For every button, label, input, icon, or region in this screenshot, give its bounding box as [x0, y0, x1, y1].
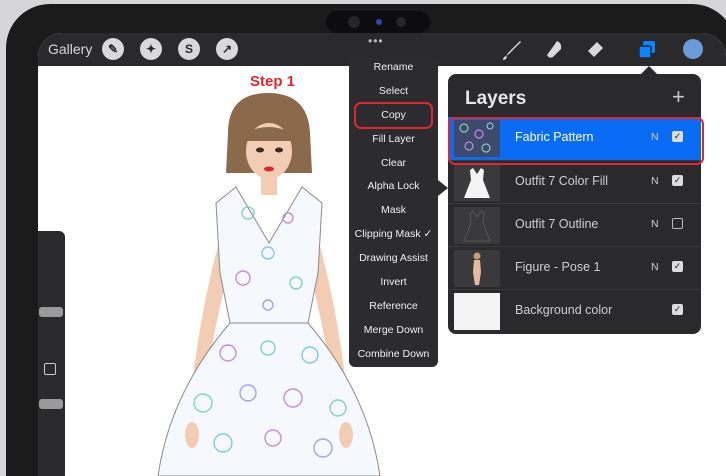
layers-panel-title: Layers — [465, 88, 527, 109]
layer-name: Outfit 7 Color Fill — [515, 174, 609, 188]
layer-name: Outfit 7 Outline — [515, 217, 599, 231]
visibility-checkbox[interactable]: ✓ — [672, 175, 683, 186]
gallery-button[interactable]: Gallery — [48, 41, 92, 57]
menu-item-invert[interactable]: Invert — [349, 271, 438, 295]
wrench-icon[interactable]: ✎ — [102, 38, 124, 60]
blend-mode-button[interactable]: N — [651, 218, 659, 230]
copy-highlight-box — [354, 102, 433, 129]
layer-row-background-color[interactable]: Background color ✓ — [448, 289, 701, 333]
camera-lens-icon — [376, 19, 382, 25]
menu-item-drawing-assist[interactable]: Drawing Assist — [349, 247, 438, 271]
camera-sensor-icon — [396, 17, 406, 27]
fabric-layer-highlight-box — [448, 117, 704, 165]
layer-name: Figure - Pose 1 — [515, 260, 601, 274]
visibility-checkbox[interactable]: ✓ — [672, 304, 683, 315]
more-options-icon[interactable]: ••• — [368, 34, 384, 48]
magic-wand-icon[interactable]: ✦ — [140, 38, 162, 60]
layer-name: Background color — [515, 303, 613, 317]
layer-thumbnail — [454, 207, 500, 244]
brush-icon[interactable] — [500, 38, 524, 62]
layer-thumbnail — [454, 164, 500, 201]
procreate-screen: Gallery ✎ ✦ S ↗ ••• Rename Select Copy F… — [38, 33, 726, 476]
menu-item-merge-down[interactable]: Merge Down — [349, 319, 438, 343]
menu-pointer — [438, 180, 448, 196]
layer-thumbnail — [454, 250, 500, 287]
transform-arrow-icon[interactable]: ↗ — [216, 38, 238, 60]
menu-item-rename[interactable]: Rename — [349, 56, 438, 80]
menu-item-mask[interactable]: Mask — [349, 199, 438, 223]
selection-icon[interactable]: S — [178, 38, 200, 60]
camera-sensor-icon — [348, 16, 360, 28]
opacity-slider[interactable] — [39, 399, 63, 409]
eraser-icon[interactable] — [583, 38, 607, 62]
menu-item-clipping-mask[interactable]: Clipping Mask ✓ — [349, 223, 438, 247]
layer-thumbnail — [454, 293, 500, 330]
menu-item-combine-down[interactable]: Combine Down — [349, 343, 438, 367]
modify-button[interactable] — [44, 363, 56, 375]
visibility-checkbox[interactable] — [672, 218, 683, 229]
ipad-device: Gallery ✎ ✦ S ↗ ••• Rename Select Copy F… — [0, 0, 726, 476]
step-annotation-label: Step 1 — [250, 73, 296, 90]
menu-item-reference[interactable]: Reference — [349, 295, 438, 319]
smudge-icon[interactable] — [542, 38, 566, 62]
camera-housing — [326, 11, 430, 33]
layers-panel: Layers + Fabric Pattern N ✓ Outfit 7 Col… — [448, 74, 701, 334]
blend-mode-button[interactable]: N — [651, 261, 659, 273]
menu-item-fill-layer[interactable]: Fill Layer — [349, 128, 438, 152]
brush-size-slider[interactable] — [39, 307, 63, 317]
menu-item-select[interactable]: Select — [349, 80, 438, 104]
layer-row-outfit-color-fill[interactable]: Outfit 7 Color Fill N ✓ — [448, 160, 701, 204]
add-layer-button[interactable]: + — [672, 84, 685, 110]
blend-mode-button[interactable]: N — [651, 175, 659, 187]
color-swatch[interactable] — [683, 39, 703, 59]
visibility-checkbox[interactable]: ✓ — [672, 261, 683, 272]
layer-row-outfit-outline[interactable]: Outfit 7 Outline N — [448, 203, 701, 247]
layer-row-figure-pose[interactable]: Figure - Pose 1 N ✓ — [448, 246, 701, 290]
menu-item-alpha-lock[interactable]: Alpha Lock — [349, 175, 438, 199]
left-sidebar — [38, 231, 65, 476]
menu-item-clear[interactable]: Clear — [349, 152, 438, 176]
layers-icon[interactable] — [635, 38, 659, 62]
